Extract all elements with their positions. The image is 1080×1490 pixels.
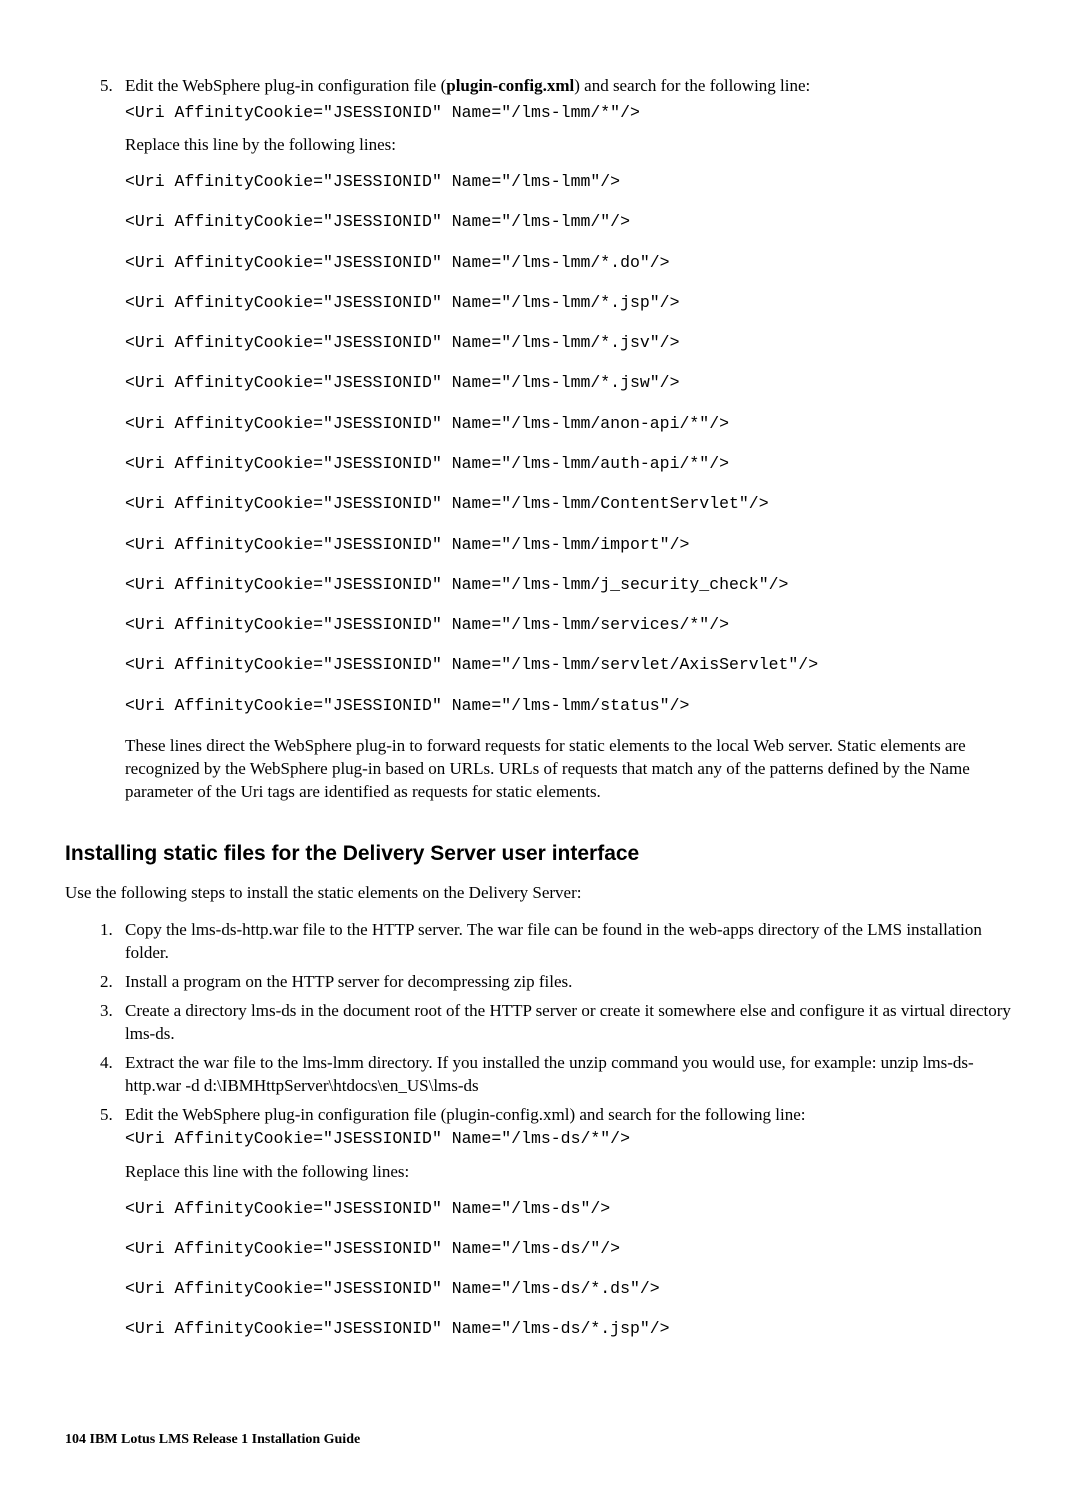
- replace-line: <Uri AffinityCookie="JSESSIONID" Name="/…: [125, 654, 1015, 676]
- section2-list: Copy the lms-ds-http.war file to the HTT…: [65, 919, 1015, 1341]
- section1-list: Edit the WebSphere plug-in configuration…: [65, 75, 1015, 804]
- section2-intro: Use the following steps to install the s…: [65, 882, 1015, 905]
- replace-line: <Uri AffinityCookie="JSESSIONID" Name="/…: [125, 292, 1015, 314]
- replace-line: <Uri AffinityCookie="JSESSIONID" Name="/…: [125, 695, 1015, 717]
- replace-line: <Uri AffinityCookie="JSESSIONID" Name="/…: [125, 614, 1015, 636]
- find-code-line: <Uri AffinityCookie="JSESSIONID" Name="/…: [125, 102, 1015, 124]
- section2-step5: Edit the WebSphere plug-in configuration…: [117, 1104, 1015, 1341]
- section2-step3: Create a directory lms-ds in the documen…: [117, 1000, 1015, 1046]
- replace-intro: Replace this line by the following lines…: [125, 134, 1015, 157]
- section2-step4: Extract the war file to the lms-lmm dire…: [117, 1052, 1015, 1098]
- section2-heading: Installing static files for the Delivery…: [65, 840, 1015, 868]
- replace-line: <Uri AffinityCookie="JSESSIONID" Name="/…: [125, 211, 1015, 233]
- replace-line: <Uri AffinityCookie="JSESSIONID" Name="/…: [125, 252, 1015, 274]
- s2-replace-intro: Replace this line with the following lin…: [125, 1161, 1015, 1184]
- page-footer: 104 IBM Lotus LMS Release 1 Installation…: [65, 1431, 1015, 1450]
- intro-post: ) and search for the following line:: [574, 76, 810, 95]
- replace-line: <Uri AffinityCookie="JSESSIONID" Name="/…: [125, 413, 1015, 435]
- s2-replace-code-block: <Uri AffinityCookie="JSESSIONID" Name="/…: [125, 1198, 1015, 1341]
- s2-step5-intro: Edit the WebSphere plug-in configuration…: [125, 1104, 1015, 1127]
- replace-line: <Uri AffinityCookie="JSESSIONID" Name="/…: [125, 372, 1015, 394]
- page-number: 104: [65, 1432, 86, 1447]
- replace-line: <Uri AffinityCookie="JSESSIONID" Name="/…: [125, 1318, 1015, 1340]
- step5-intro-text: Edit the WebSphere plug-in configuration…: [125, 75, 1015, 98]
- replace-line: <Uri AffinityCookie="JSESSIONID" Name="/…: [125, 574, 1015, 596]
- book-title: IBM Lotus LMS Release 1 Installation Gui…: [90, 1432, 361, 1447]
- replace-line: <Uri AffinityCookie="JSESSIONID" Name="/…: [125, 534, 1015, 556]
- section2-step2: Install a program on the HTTP server for…: [117, 971, 1015, 994]
- replace-line: <Uri AffinityCookie="JSESSIONID" Name="/…: [125, 453, 1015, 475]
- section1-step5: Edit the WebSphere plug-in configuration…: [117, 75, 1015, 804]
- replace-line: <Uri AffinityCookie="JSESSIONID" Name="/…: [125, 171, 1015, 193]
- replace-line: <Uri AffinityCookie="JSESSIONID" Name="/…: [125, 1278, 1015, 1300]
- replace-line: <Uri AffinityCookie="JSESSIONID" Name="/…: [125, 1238, 1015, 1260]
- replace-line: <Uri AffinityCookie="JSESSIONID" Name="/…: [125, 1198, 1015, 1220]
- replace-code-block: <Uri AffinityCookie="JSESSIONID" Name="/…: [125, 171, 1015, 717]
- replace-line: <Uri AffinityCookie="JSESSIONID" Name="/…: [125, 332, 1015, 354]
- intro-bold: plugin-config.xml: [446, 76, 574, 95]
- section2-step1: Copy the lms-ds-http.war file to the HTT…: [117, 919, 1015, 965]
- intro-pre: Edit the WebSphere plug-in configuration…: [125, 76, 446, 95]
- replace-line: <Uri AffinityCookie="JSESSIONID" Name="/…: [125, 493, 1015, 515]
- s2-find-code-line: <Uri AffinityCookie="JSESSIONID" Name="/…: [125, 1128, 1015, 1150]
- step5-closing: These lines direct the WebSphere plug-in…: [125, 735, 1015, 804]
